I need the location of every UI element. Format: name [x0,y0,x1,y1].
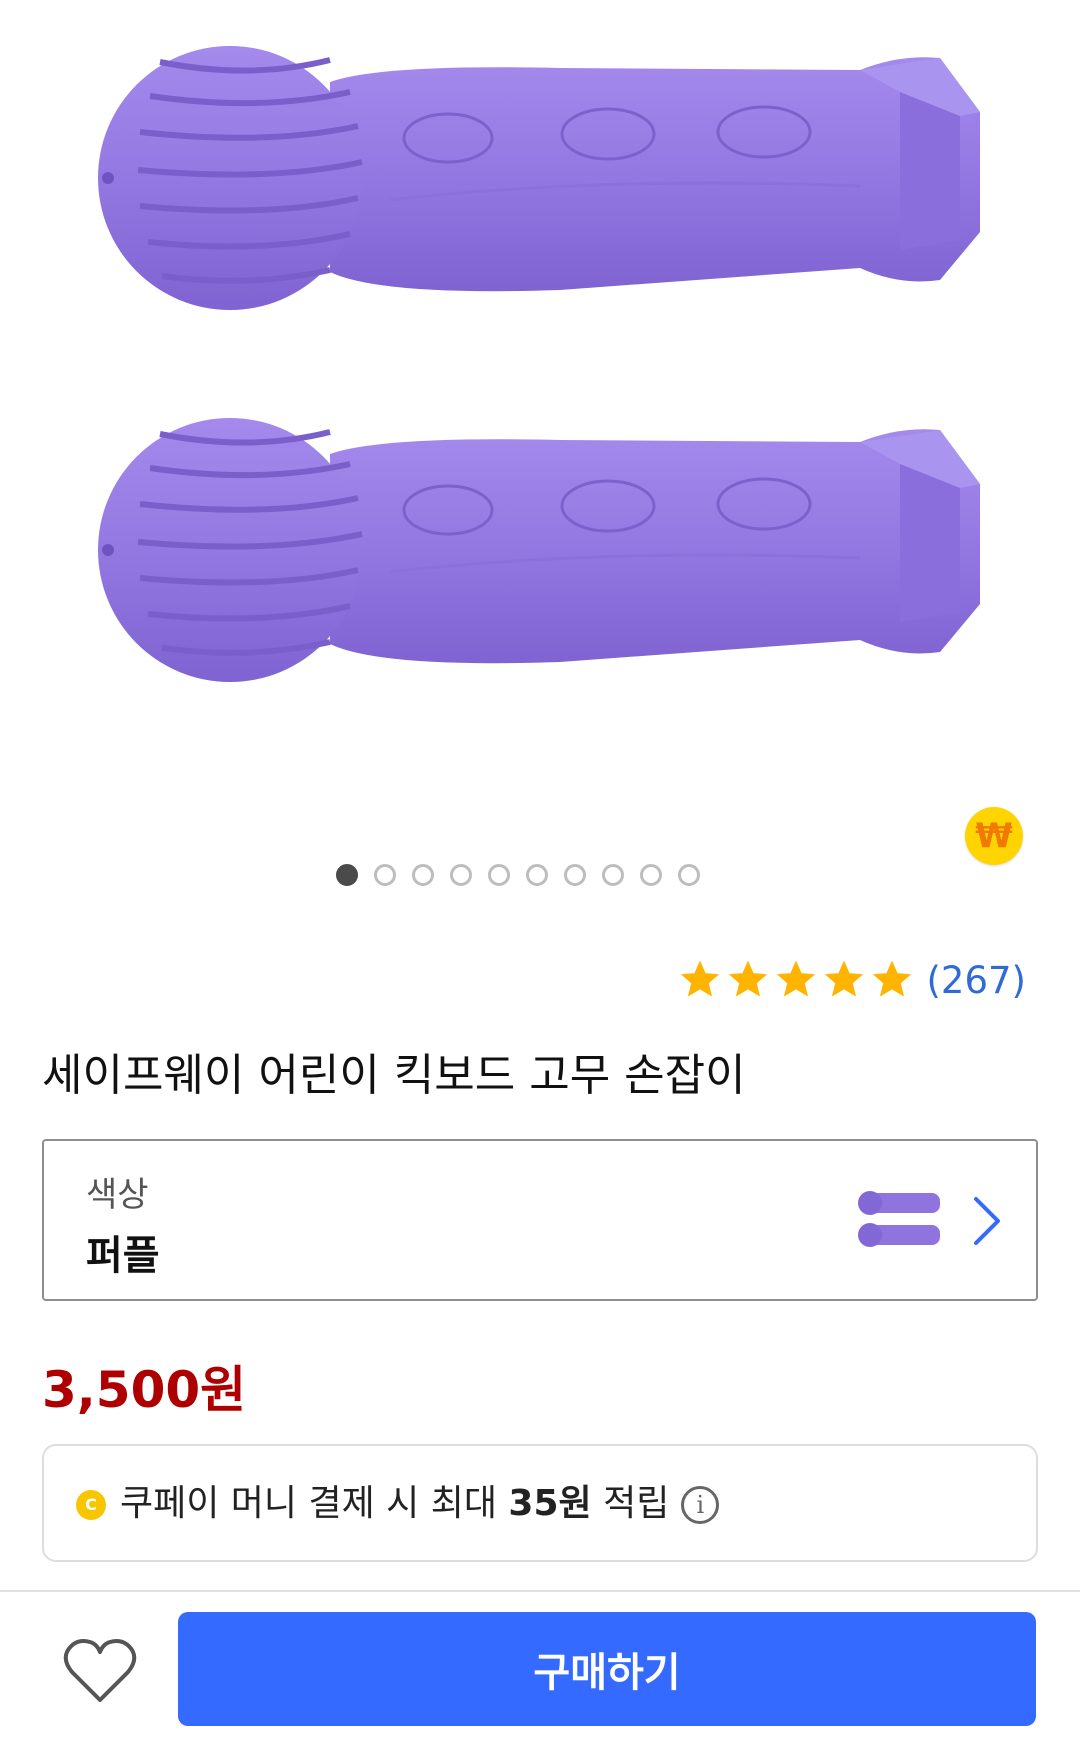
star-icon [776,960,815,997]
product-price: 3,500원 [42,1361,247,1419]
heart-icon[interactable] [60,1632,140,1712]
option-label: 색상 [86,1175,149,1215]
pagination-dot[interactable] [412,864,434,886]
pagination-dot[interactable] [336,864,358,886]
color-option-selector[interactable]: 색상 퍼플 [42,1139,1038,1301]
review-count[interactable]: (267) [927,959,1027,1002]
pagination-dot[interactable] [640,864,662,886]
product-rating[interactable]: (267) [677,955,1027,1005]
pagination-dot[interactable] [450,864,472,886]
buy-button[interactable]: 구매하기 [178,1612,1036,1726]
coin-icon: C [76,1490,106,1520]
cashback-suffix: 적립 [591,1483,670,1524]
product-image-gallery[interactable]: ₩ [0,0,1080,886]
product-image[interactable] [0,0,1080,770]
star-icon [824,960,863,997]
bottom-action-bar: 구매하기 [0,1590,1080,1749]
option-thumbnail [858,1191,940,1247]
option-value: 퍼플 [86,1233,160,1279]
product-title: 세이프웨이 어린이 킥보드 고무 손잡이 [42,1050,746,1101]
cashback-amount: 35원 [508,1483,592,1524]
cashback-banner: C 쿠페이 머니 결제 시 최대 35원 적립 i [42,1444,1038,1562]
pagination-dot[interactable] [526,864,548,886]
pagination-dot[interactable] [564,864,586,886]
pagination-dot[interactable] [374,864,396,886]
currency-badge-icon[interactable]: ₩ [965,807,1023,865]
pagination-dot[interactable] [488,864,510,886]
cashback-text: 쿠페이 머니 결제 시 최대 35원 적립 i [120,1478,720,1530]
chevron-right-icon [974,1197,1000,1245]
pagination-dot[interactable] [678,864,700,886]
star-icon [680,960,719,997]
pagination-dot[interactable] [602,864,624,886]
cashback-prefix: 쿠페이 머니 결제 시 최대 [120,1483,509,1524]
star-icon [872,960,911,997]
star-icon [728,960,767,997]
info-icon[interactable]: i [681,1486,720,1524]
rating-stars [677,957,915,1003]
image-pagination-dots[interactable] [336,864,700,892]
